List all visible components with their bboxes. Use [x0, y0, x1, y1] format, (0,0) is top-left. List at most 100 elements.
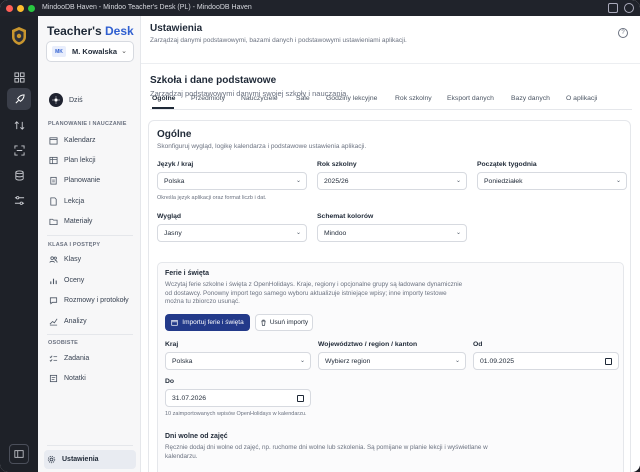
sidebar-item-label: Ustawienia: [62, 456, 99, 463]
rail-scan-button[interactable]: [7, 139, 31, 161]
to-date-input[interactable]: 31.07.2026: [165, 389, 311, 407]
chevron-down-icon: ⌄: [121, 48, 127, 55]
sidebar-section-personal: OSOBISTE: [48, 340, 79, 346]
color-scheme-select[interactable]: Mindoo ⌄: [317, 224, 467, 242]
sidebar-section-planning: PLANOWANIE I NAUCZANIE: [48, 121, 127, 127]
bar-chart-icon: [49, 276, 58, 285]
language-select[interactable]: Polska ⌄: [157, 172, 307, 190]
language-label: Język / kraj: [157, 161, 194, 168]
page-title: Ustawienia: [150, 23, 203, 34]
minimize-window-button[interactable]: [17, 4, 24, 12]
rail-sliders-button[interactable]: [7, 189, 31, 211]
sidebar-item-notes[interactable]: Notatki: [46, 371, 134, 386]
sidebar-item-label: Plan lekcji: [64, 157, 96, 164]
sidebar-divider: [47, 235, 133, 236]
sidebar-item-label: Materiały: [64, 218, 93, 225]
sliders-icon: [14, 195, 24, 205]
user-selector[interactable]: MK M. Kowalska ⌄: [46, 41, 134, 62]
tab-about[interactable]: O aplikacji: [566, 95, 597, 102]
sidebar-item-tasks[interactable]: Zadania: [46, 351, 134, 366]
region-select[interactable]: Wybierz region ⌄: [318, 352, 466, 370]
sidebar-item-label: Lekcja: [64, 198, 85, 205]
sidebar-item-materials[interactable]: Materiały: [46, 214, 134, 229]
sidebar-item-calendar[interactable]: Kalendarz: [46, 133, 134, 148]
chevron-down-icon: ⌄: [295, 230, 301, 236]
tab-databases[interactable]: Bazy danych: [511, 95, 550, 102]
sidebar-item-label: Rozmowy i protokoły: [64, 297, 129, 304]
sidebar-item-planning[interactable]: Planowanie: [46, 173, 134, 188]
rail-sync-button[interactable]: [7, 114, 31, 136]
title-bar: MindooDB Haven - Mindoo Teacher's Desk (…: [0, 0, 640, 16]
help-icon[interactable]: ?: [618, 28, 628, 38]
sidebar-item-analytics[interactable]: Analizy: [46, 314, 134, 329]
trend-icon: [49, 317, 58, 326]
rail-database-button[interactable]: [7, 164, 31, 186]
maximize-window-button[interactable]: [28, 4, 35, 12]
window-title: MindooDB Haven - Mindoo Teacher's Desk (…: [42, 4, 252, 11]
sidebar-item-label: Planowanie: [64, 177, 101, 184]
free-days-description: Ręcznie dodaj dni wolne od zajęć, np. ru…: [165, 444, 488, 460]
holidays-description: Wczytaj ferie szkolne i święta z OpenHol…: [165, 281, 463, 305]
sun-icon: [49, 93, 63, 107]
tab-subjects[interactable]: Przedmioty: [191, 95, 225, 102]
calendar-icon: [171, 320, 178, 326]
week-start-select[interactable]: Poniedziałek ⌄: [477, 172, 627, 190]
week-start-value: Poniedziałek: [484, 177, 523, 185]
calendar-icon[interactable]: [605, 358, 612, 365]
open-external-icon[interactable]: [608, 3, 618, 13]
rail-teacher-button[interactable]: [7, 88, 31, 110]
sidebar-item-settings[interactable]: Ustawienia: [44, 450, 136, 469]
holidays-panel: Ferie i święta Wczytaj ferie szkolne i ś…: [157, 262, 624, 472]
tab-teachers[interactable]: Nauczyciele: [241, 95, 278, 102]
sidebar-item-lesson[interactable]: Lekcja: [46, 194, 134, 209]
school-year-value: 2025/26: [324, 177, 349, 185]
calendar-icon[interactable]: [297, 395, 304, 402]
sidebar-item-grades[interactable]: Oceny: [46, 273, 134, 288]
import-holidays-button[interactable]: Importuj ferie i święta: [165, 314, 250, 331]
imported-count-hint: 10 zaimportowanych wpisów OpenHolidays w…: [165, 411, 307, 417]
tab-school-year[interactable]: Rok szkolny: [395, 95, 432, 102]
import-holidays-label: Importuj ferie i święta: [182, 319, 244, 326]
sidebar-item-label: Notatki: [64, 375, 86, 382]
sidebar-toggle-icon: [14, 450, 24, 458]
region-label: Województwo / region / kanton: [318, 341, 418, 348]
color-scheme-value: Mindoo: [324, 229, 347, 237]
user-name: M. Kowalska: [72, 47, 118, 56]
account-icon[interactable]: [624, 3, 634, 13]
icon-rail: [0, 16, 38, 472]
brand-accent: Desk: [105, 24, 134, 38]
to-date-value: 31.07.2026: [172, 394, 207, 402]
rail-dashboard-button[interactable]: [7, 66, 31, 88]
sidebar-divider: [47, 445, 133, 446]
sidebar-item-lesson-plan[interactable]: Plan lekcji: [46, 153, 134, 168]
sidebar-item-label: Analizy: [64, 318, 87, 325]
rocket-icon: [14, 93, 25, 104]
sidebar-item-today[interactable]: Dziś: [46, 91, 134, 109]
app-logo-icon: [12, 27, 26, 45]
close-window-button[interactable]: [6, 4, 13, 12]
sidebar-section-class: KLASA I POSTĘPY: [48, 242, 101, 248]
chat-icon: [49, 296, 58, 305]
from-date-value: 01.09.2025: [480, 357, 515, 365]
tab-data-export[interactable]: Eksport danych: [447, 95, 494, 102]
tab-rooms[interactable]: Sale: [296, 95, 310, 102]
app-brand: Teacher's Desk: [47, 24, 134, 38]
free-days-title: Dni wolne od zajęć: [165, 433, 228, 440]
sidebar-item-conversations[interactable]: Rozmowy i protokoły: [46, 293, 134, 308]
scan-icon: [13, 144, 25, 156]
school-year-select[interactable]: 2025/26 ⌄: [317, 172, 467, 190]
sidebar-item-label: Zadania: [64, 355, 90, 362]
tab-general[interactable]: Ogólne: [152, 95, 175, 102]
sidebar-item-classes[interactable]: Klasy: [46, 252, 134, 267]
region-value: Wybierz region: [325, 357, 371, 365]
toggle-sidebar-button[interactable]: [9, 444, 29, 464]
appearance-select[interactable]: Jasny ⌄: [157, 224, 307, 242]
from-date-input[interactable]: 01.09.2025: [473, 352, 619, 370]
country-select[interactable]: Polska ⌄: [165, 352, 311, 370]
clipboard-icon: [49, 176, 58, 185]
database-icon: [14, 169, 24, 181]
users-icon: [49, 255, 58, 264]
delete-imports-button[interactable]: Usuń importy: [255, 314, 313, 331]
chevron-down-icon: ⌄: [455, 178, 461, 184]
tab-lesson-hours[interactable]: Godziny lekcyjne: [326, 95, 377, 102]
